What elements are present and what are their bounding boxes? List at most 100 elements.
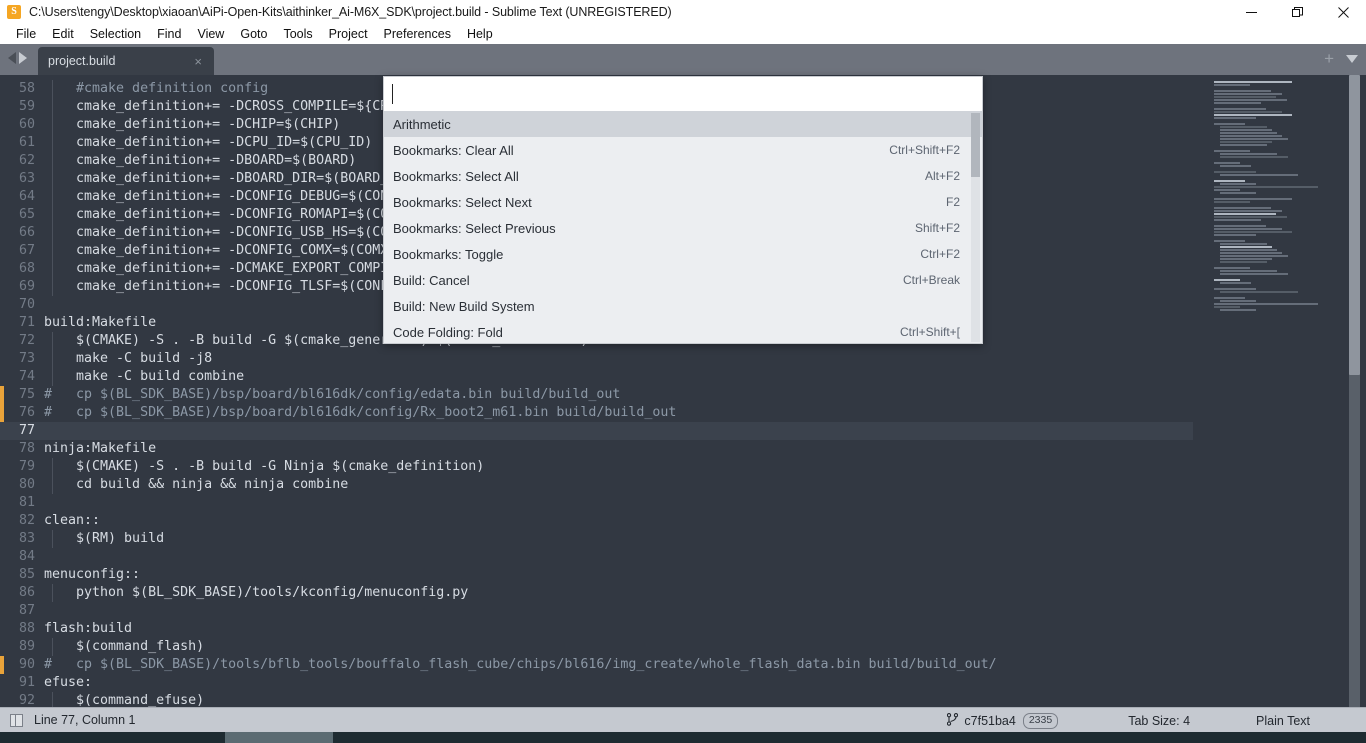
code-line[interactable]: 81 [0,494,997,512]
menu-view[interactable]: View [189,25,232,44]
code-text: cmake_definition+= -DCONFIG_COMX=$(COMX) [44,243,397,258]
palette-scrollbar[interactable] [971,113,980,342]
tab-project-build[interactable]: project.build × [38,47,214,75]
menu-help[interactable]: Help [459,25,501,44]
minimap[interactable] [1200,75,1340,718]
minimap-line [1220,282,1252,284]
line-number: 84 [18,549,35,564]
code-line[interactable]: 80 cd build && ninja && ninja combine [0,476,997,494]
minimize-button[interactable] [1228,0,1274,24]
palette-item[interactable]: Code Folding: Fold Ctrl+Shift+[ [384,319,982,343]
menu-find[interactable]: Find [149,25,189,44]
minimap-line [1214,279,1240,281]
palette-scrollbar-thumb[interactable] [971,113,980,177]
code-text: python $(BL_SDK_BASE)/tools/kconfig/menu… [44,585,469,600]
tab-bar-actions: + [1324,50,1358,67]
text-caret-icon [392,84,393,104]
minimap-line [1214,186,1318,188]
palette-item-shortcut: Ctrl+Shift+F2 [889,143,960,157]
minimap-line [1220,270,1278,272]
git-changes-badge: 2335 [1022,712,1059,729]
tab-size-status[interactable]: Tab Size: 4 [1128,714,1190,728]
line-number: 63 [18,171,35,186]
minimap-line [1220,192,1257,194]
palette-item[interactable]: Bookmarks: Clear All Ctrl+Shift+F2 [384,137,982,163]
code-line[interactable]: 89 $(command_flash) [0,638,997,656]
code-text: menuconfig:: [44,567,141,582]
line-number: 77 [18,423,35,438]
code-line[interactable]: 79 $(CMAKE) -S . -B build -G Ninja $(cma… [0,458,997,476]
minimap-line [1214,267,1251,269]
minimap-line [1214,102,1261,104]
menu-bar: File Edit Selection Find View Goto Tools… [0,24,1366,44]
code-line[interactable]: 86 python $(BL_SDK_BASE)/tools/kconfig/m… [0,584,997,602]
minimap-line [1214,108,1266,110]
command-palette[interactable]: Arithmetic Bookmarks: Clear All Ctrl+Shift… [383,76,983,344]
minimap-line [1220,129,1272,131]
code-line[interactable]: 74 make -C build combine [0,368,997,386]
minimap-line [1214,111,1282,113]
minimap-line [1220,132,1278,134]
palette-item[interactable]: Bookmarks: Select Previous Shift+F2 [384,215,982,241]
code-line[interactable]: 87 [0,602,997,620]
git-branch-status[interactable]: c7f51ba4 2335 [947,712,1059,729]
cursor-position[interactable]: Line 77, Column 1 [34,713,135,727]
code-text: make -C build -j8 [44,351,213,366]
command-palette-input-row[interactable] [383,76,983,111]
minimap-line [1214,171,1256,173]
horizontal-scrollbar[interactable] [0,732,1366,743]
code-line[interactable]: 88 flash:build [0,620,997,638]
minimap-line [1214,240,1246,242]
code-line[interactable]: 90 # cp $(BL_SDK_BASE)/tools/bflb_tools/b… [0,656,997,674]
menu-preferences[interactable]: Preferences [376,25,459,44]
code-line[interactable]: 91 efuse: [0,674,997,692]
line-number: 87 [18,603,35,618]
vertical-scrollbar[interactable] [1349,75,1360,718]
tab-next-icon[interactable] [19,52,27,64]
menu-edit[interactable]: Edit [44,25,82,44]
minimap-line [1220,255,1288,257]
code-line[interactable]: 83 $(RM) build [0,530,997,548]
palette-item-label: Build: New Build System [393,298,535,314]
tab-close-icon[interactable]: × [192,55,204,68]
code-line[interactable]: 76 # cp $(BL_SDK_BASE)/bsp/board/bl616dk/… [0,404,997,422]
code-line[interactable]: 77 [0,422,1193,440]
code-line[interactable]: 75 # cp $(BL_SDK_BASE)/bsp/board/bl616dk/… [0,386,997,404]
tab-bar: project.build × + [0,44,1366,75]
menu-project[interactable]: Project [321,25,376,44]
minimap-line [1214,180,1246,182]
chevron-down-icon[interactable] [1346,54,1358,63]
close-button[interactable] [1320,0,1366,24]
palette-item[interactable]: Bookmarks: Select Next F2 [384,189,982,215]
minimap-line [1214,216,1287,218]
minimap-line [1214,96,1277,98]
menu-goto[interactable]: Goto [232,25,275,44]
command-palette-results[interactable]: Arithmetic Bookmarks: Clear All Ctrl+Shift… [383,111,983,344]
palette-item[interactable]: Build: New Build System [384,293,982,319]
palette-item[interactable]: Bookmarks: Select All Alt+F2 [384,163,982,189]
palette-item-shortcut: Ctrl+F2 [920,247,960,261]
menu-tools[interactable]: Tools [275,25,320,44]
sidebar-toggle-icon[interactable] [10,713,23,727]
code-line[interactable]: 85 menuconfig:: [0,566,997,584]
minimap-line [1214,117,1256,119]
minimap-line [1214,150,1251,152]
code-line[interactable]: 84 [0,548,997,566]
menu-selection[interactable]: Selection [82,25,149,44]
syntax-status[interactable]: Plain Text [1256,714,1310,728]
code-line[interactable]: 78 ninja:Makefile [0,440,997,458]
menu-file[interactable]: File [8,25,44,44]
palette-item[interactable]: Build: Cancel Ctrl+Break [384,267,982,293]
vertical-scrollbar-thumb[interactable] [1349,75,1360,375]
code-text: $(command_efuse) [44,693,205,708]
minimap-line [1214,225,1266,227]
line-number: 59 [18,99,35,114]
new-tab-icon[interactable]: + [1324,50,1334,67]
palette-item[interactable]: Arithmetic [384,111,982,137]
tab-prev-icon[interactable] [8,52,16,64]
code-line[interactable]: 82 clean:: [0,512,997,530]
horizontal-scrollbar-thumb[interactable] [225,732,333,743]
palette-item[interactable]: Bookmarks: Toggle Ctrl+F2 [384,241,982,267]
restore-button[interactable] [1274,0,1320,24]
code-line[interactable]: 73 make -C build -j8 [0,350,997,368]
